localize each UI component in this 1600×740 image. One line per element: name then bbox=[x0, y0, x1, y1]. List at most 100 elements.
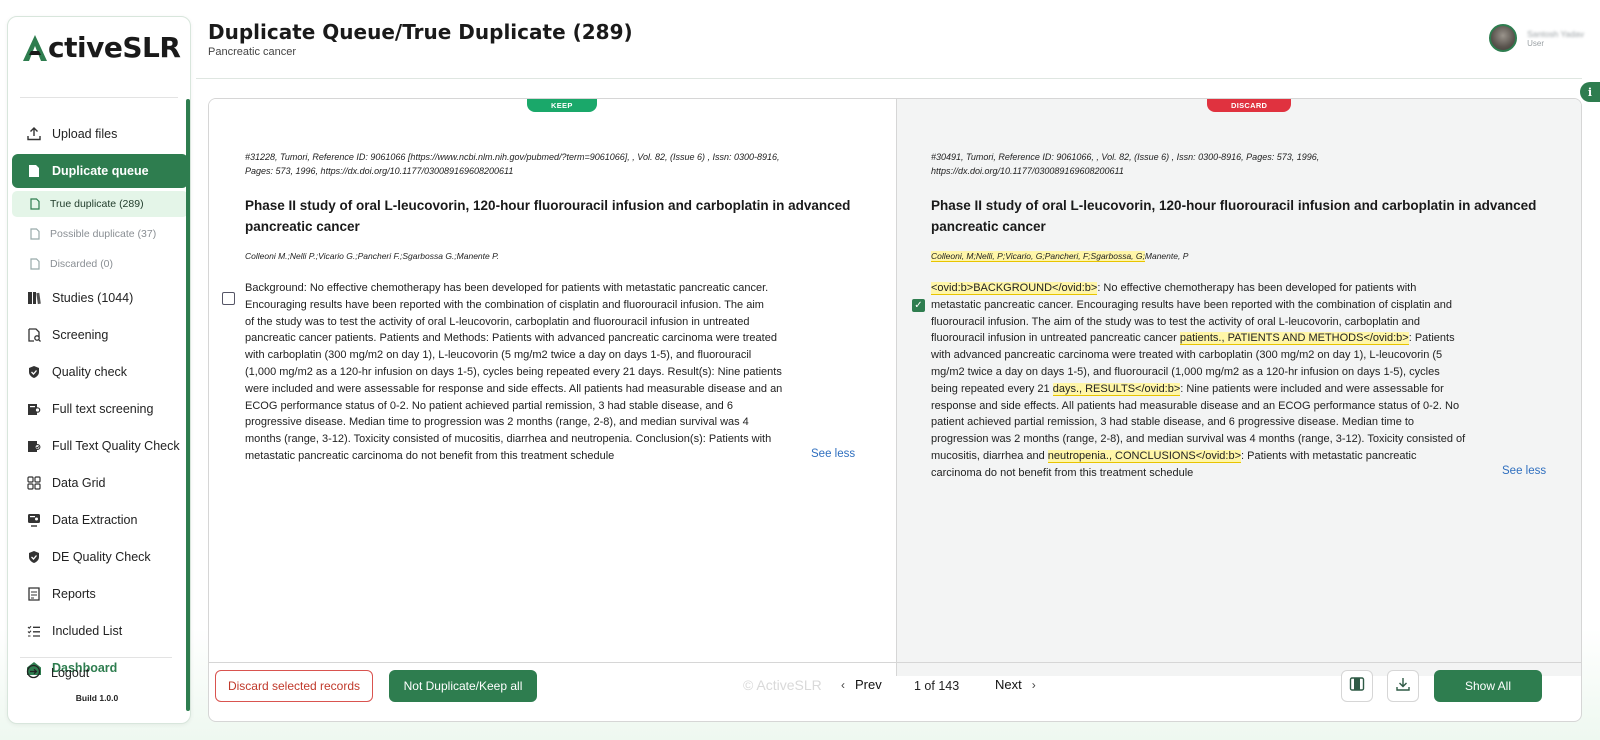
abstract-text: : No effective chemotherapy has been dev… bbox=[1097, 282, 1417, 294]
compare-panel: KEEP #31228, Tumori, Reference ID: 90610… bbox=[208, 98, 1582, 722]
sidebar-item-quality-check[interactable]: Quality check bbox=[12, 355, 188, 389]
discard-tag: DISCARD bbox=[1207, 99, 1292, 112]
author-highlight: Nelli, P; bbox=[975, 251, 1006, 262]
book-search-icon bbox=[26, 401, 42, 417]
sidebar-item-label: DE Quality Check bbox=[52, 550, 151, 564]
abstract: <ovid:b>BACKGROUND</ovid:b>: No effectiv… bbox=[931, 280, 1465, 482]
see-less-link[interactable]: See less bbox=[1502, 465, 1546, 477]
logout-button[interactable]: Logout bbox=[26, 664, 89, 682]
abstract-text: : Nine patients were included and were a… bbox=[1180, 382, 1444, 395]
abstract-line: <ovid:b>BACKGROUND</ovid:b>: No effectiv… bbox=[931, 280, 1465, 297]
document-outline-icon bbox=[30, 227, 42, 241]
abstract-line: mg/m2 twice a day on days 1-5), and fluo… bbox=[931, 365, 1440, 378]
page-indicator: 1 of 143 bbox=[914, 679, 960, 693]
user-info: Santosh Yadav User bbox=[1527, 29, 1584, 48]
abstract-text: being repeated every 21 bbox=[931, 382, 1053, 395]
sidebar-item-label: Screening bbox=[52, 328, 109, 342]
next-button[interactable]: Next › bbox=[995, 677, 1046, 692]
compare-view-button[interactable] bbox=[1341, 670, 1373, 702]
sidebar-subitem-possible-duplicate[interactable]: Possible duplicate (37) bbox=[12, 221, 188, 247]
keep-tag: KEEP bbox=[527, 99, 597, 112]
see-less-link[interactable]: See less bbox=[811, 448, 855, 460]
shield-check-icon bbox=[26, 549, 42, 565]
document-icon bbox=[26, 163, 42, 179]
abstract-line: metastatic pancreatic cancer. Encouragin… bbox=[931, 298, 1452, 311]
sidebar-item-label: Full text screening bbox=[52, 402, 154, 416]
sidebar-item-label: Data Grid bbox=[52, 476, 106, 490]
info-icon: i bbox=[1587, 85, 1593, 99]
abstract: Background: No effective chemotherapy ha… bbox=[245, 280, 782, 465]
record-title: Phase II study of oral L-leucovorin, 120… bbox=[931, 195, 1536, 237]
book-check-icon bbox=[26, 438, 42, 454]
sidebar-item-screening[interactable]: Screening bbox=[12, 318, 188, 352]
sidebar-item-full-text-quality-check[interactable]: Full Text Quality Check bbox=[12, 429, 188, 463]
abstract-line: metastatic pancreatic carcinoma do not b… bbox=[245, 449, 615, 462]
chevron-right-icon: › bbox=[1031, 677, 1036, 692]
text-highlight: patients., PATIENTS AND METHODS</ovid:b> bbox=[1179, 332, 1409, 346]
abstract-line: being repeated every 21 days., RESULTS</… bbox=[931, 381, 1465, 398]
abstract-line: progressive disease. Median time to prog… bbox=[245, 416, 749, 429]
download-icon bbox=[1395, 676, 1411, 697]
sidebar-item-included-list[interactable]: Included List bbox=[12, 614, 188, 648]
footer-divider bbox=[209, 662, 1581, 663]
abstract-text: : Patients with metastatic pancreatic bbox=[1241, 449, 1417, 462]
sidebar-item-studies[interactable]: Studies (1044) bbox=[12, 281, 188, 315]
download-button[interactable] bbox=[1387, 670, 1419, 702]
abstract-text: mucositis, diarrhea and bbox=[931, 449, 1048, 462]
author-plain: Manente, P bbox=[1144, 251, 1189, 261]
sidebar-item-reports[interactable]: Reports bbox=[12, 577, 188, 611]
sidebar-item-upload-files[interactable]: Upload files bbox=[12, 117, 188, 151]
sidebar-item-full-text-screening[interactable]: Full text screening bbox=[12, 392, 188, 426]
books-icon bbox=[26, 290, 42, 306]
page-title: Duplicate Queue/True Duplicate (289) bbox=[208, 20, 633, 44]
text-highlight: neutropenia., CONCLUSIONS</ovid:b> bbox=[1047, 449, 1241, 463]
reference-line: Pages: 573, 1996, https://dx.doi.org/10.… bbox=[245, 165, 514, 176]
watermark: © ActiveSLR bbox=[743, 677, 822, 693]
extraction-icon bbox=[26, 512, 42, 528]
sidebar-item-data-extraction[interactable]: Data Extraction bbox=[12, 503, 188, 537]
record-title: Phase II study of oral L-leucovorin, 120… bbox=[245, 195, 850, 237]
select-checkbox-checked[interactable]: ✓ bbox=[912, 299, 925, 312]
sidebar-subitem-label: Discarded (0) bbox=[50, 258, 114, 270]
prev-button[interactable]: ‹ Prev bbox=[831, 677, 882, 692]
sidebar-item-label: Upload files bbox=[52, 127, 118, 141]
reference-line: https://dx.doi.org/10.1177/0300891696082… bbox=[931, 165, 1124, 176]
sidebar-item-duplicate-queue[interactable]: Duplicate queue bbox=[12, 154, 188, 188]
sidebar-subitem-discarded[interactable]: Discarded (0) bbox=[12, 251, 188, 277]
avatar[interactable] bbox=[1489, 24, 1518, 52]
discard-selected-button[interactable]: Discard selected records bbox=[215, 670, 373, 702]
sidebar-item-data-grid[interactable]: Data Grid bbox=[12, 466, 188, 500]
sidebar-subitem-true-duplicate[interactable]: True duplicate (289) bbox=[12, 191, 188, 217]
abstract-line: pancreatic cancer patients. Patients and… bbox=[245, 332, 777, 345]
select-checkbox[interactable] bbox=[222, 292, 235, 305]
abstract-line: mucositis, diarrhea and neutropenia., CO… bbox=[931, 448, 1465, 465]
reference-line: #31228, Tumori, Reference ID: 9061066 [h… bbox=[245, 152, 780, 162]
show-all-button[interactable]: Show All bbox=[1434, 670, 1542, 702]
abstract-line: were included and were assessable for re… bbox=[245, 382, 783, 395]
sidebar-item-de-quality-check[interactable]: DE Quality Check bbox=[12, 540, 188, 574]
shield-check-icon bbox=[26, 364, 42, 380]
keep-all-button[interactable]: Not Duplicate/Keep all bbox=[389, 670, 537, 702]
text-highlight: <ovid:b>BACKGROUND</ovid:b> bbox=[931, 282, 1098, 295]
screening-icon bbox=[26, 327, 42, 343]
abstract-line: progression was 2 months (range, 2-8), a… bbox=[931, 433, 1466, 446]
record-keep: KEEP #31228, Tumori, Reference ID: 90610… bbox=[209, 99, 897, 676]
abstract-line: (1,000 mg/m2 as a 120-hr infusion on day… bbox=[245, 365, 782, 378]
reference-info: #31228, Tumori, Reference ID: 9061066 [h… bbox=[245, 151, 780, 178]
document-outline-icon bbox=[30, 197, 42, 211]
sidebar-subitem-label: True duplicate (289) bbox=[50, 198, 144, 210]
author-highlight: Vicario, G; bbox=[1005, 251, 1045, 262]
build-version: Build 1.0.0 bbox=[75, 693, 119, 703]
next-label: Next bbox=[995, 677, 1022, 692]
sidebar-scrollbar[interactable] bbox=[186, 99, 190, 711]
split-view-icon bbox=[1349, 676, 1365, 697]
report-icon bbox=[26, 586, 42, 602]
sidebar-item-label: Studies (1044) bbox=[52, 291, 134, 305]
abstract-line: carcinoma do not benefit from this treat… bbox=[931, 466, 1194, 479]
info-button[interactable]: i bbox=[1580, 82, 1600, 102]
user-profile[interactable]: Santosh Yadav User bbox=[1489, 24, 1584, 52]
author-highlight: Pancheri, F; bbox=[1044, 251, 1091, 262]
author-highlight: Sgarbossa, G; bbox=[1090, 251, 1145, 262]
document-outline-icon bbox=[30, 257, 42, 271]
sidebar-item-label: Included List bbox=[52, 624, 123, 638]
